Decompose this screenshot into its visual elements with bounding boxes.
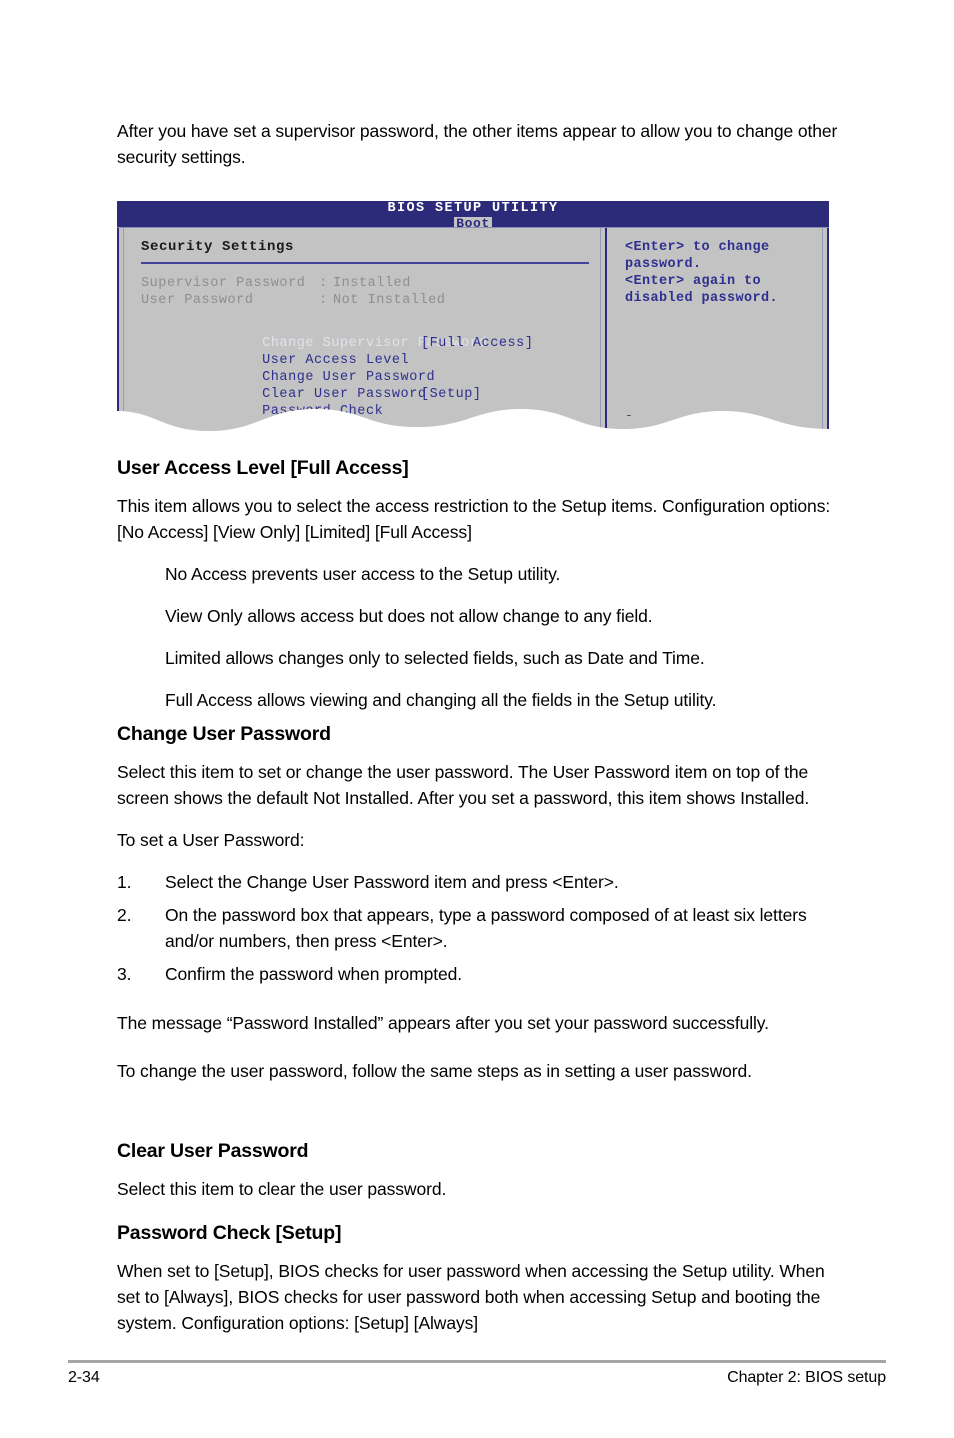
list-item: 3. Confirm the password when prompted.	[117, 961, 844, 987]
intro-paragraph: After you have set a supervisor password…	[117, 121, 838, 167]
menu-value: [Full Access]	[421, 336, 534, 351]
document-page: After you have set a supervisor password…	[0, 0, 954, 1438]
menu-label: Password Check	[262, 404, 384, 419]
status-label: User Password	[141, 293, 254, 308]
bios-help-pane: <Enter> to change password. <Enter> agai…	[609, 228, 829, 437]
section-user-access-level: User Access Level [Full Access] This ite…	[117, 455, 844, 713]
bios-help-text: <Enter> to change password. <Enter> agai…	[625, 240, 779, 306]
bios-help-dash: -	[625, 408, 633, 423]
bios-pane-divider	[605, 228, 607, 437]
list-number: 2.	[117, 905, 132, 925]
list-text: Confirm the password when prompted.	[165, 964, 463, 984]
section-lead-in: To set a User Password:	[117, 830, 305, 850]
list-text: Select the Change User Password item and…	[165, 872, 619, 892]
indented-note: Limited allows changes only to selected …	[165, 648, 705, 668]
list-number: 3.	[117, 964, 132, 984]
numbered-steps: 1. Select the Change User Password item …	[117, 869, 844, 987]
status-value: Not Installed	[333, 293, 446, 308]
status-row: Supervisor Password: Installed	[141, 275, 445, 292]
bios-menu-item-change-user-password[interactable]: Change User Password	[141, 352, 591, 385]
section-heading: Password Check [Setup]	[117, 1222, 342, 1244]
bios-menu-item-user-access-level[interactable]: User Access Level [Full Access]	[141, 335, 591, 368]
bios-menu-list: Change Supervisor Password User Access L…	[141, 318, 591, 419]
indented-note: No Access prevents user access to the Se…	[165, 564, 561, 584]
menu-value: [Setup]	[421, 387, 482, 402]
bios-menu-item-password-check[interactable]: Password Check [Setup]	[141, 386, 591, 419]
section-paragraph: This item allows you to select the acces…	[117, 496, 831, 542]
status-separator: :	[319, 293, 328, 308]
section-heading: Clear User Password	[117, 1140, 309, 1162]
bios-section-title: Security Settings	[141, 239, 295, 255]
indented-note: Full Access allows viewing and changing …	[165, 690, 717, 710]
intro-block: After you have set a supervisor password…	[117, 118, 844, 170]
section-paragraph: Select this item to set or change the us…	[117, 762, 810, 808]
bios-divider-hairline	[600, 228, 601, 437]
bios-setup-screenshot: BIOS SETUP UTILITY Boot Security Setting…	[117, 201, 829, 437]
section-change-user-password: Change User Password Select this item to…	[117, 721, 844, 1084]
bios-status-list: Supervisor Password: Installed User Passw…	[141, 275, 445, 309]
bios-tab-row: Boot	[117, 214, 829, 228]
bios-section-rule	[141, 262, 589, 264]
status-value: Installed	[333, 276, 411, 291]
list-text: On the password box that appears, type a…	[165, 905, 807, 951]
footer-chapter: Chapter 2: BIOS setup	[727, 1369, 886, 1386]
indented-note: View Only allows access but does not all…	[165, 606, 653, 626]
section-heading: Change User Password	[117, 723, 331, 745]
section-clear-user-password: Clear User Password Select this item to …	[117, 1138, 844, 1202]
list-item: 1. Select the Change User Password item …	[117, 869, 844, 895]
section-paragraph: When set to [Setup], BIOS checks for use…	[117, 1261, 825, 1333]
status-row: User Password: Not Installed	[141, 292, 445, 309]
section-paragraph: To change the user password, follow the …	[117, 1061, 752, 1081]
bios-menu-item-change-supervisor-password[interactable]: Change Supervisor Password	[141, 318, 591, 351]
bios-body-inner: Security Settings Supervisor Password: In…	[117, 228, 829, 437]
bios-body: Security Settings Supervisor Password: In…	[117, 228, 829, 437]
list-item: 2. On the password box that appears, typ…	[117, 902, 844, 954]
list-number: 1.	[117, 872, 132, 892]
footer-page-number: 2-34	[68, 1369, 100, 1386]
status-separator: :	[319, 276, 328, 291]
section-password-check: Password Check [Setup] When set to [Setu…	[117, 1220, 844, 1336]
bios-menu-item-clear-user-password[interactable]: Clear User Password	[141, 369, 591, 402]
bios-left-pane: Security Settings Supervisor Password: In…	[119, 228, 600, 437]
section-heading: User Access Level [Full Access]	[117, 457, 409, 479]
section-paragraph: Select this item to clear the user passw…	[117, 1179, 447, 1199]
status-label: Supervisor Password	[141, 276, 306, 291]
bios-title-bar: BIOS SETUP UTILITY Boot	[117, 201, 829, 228]
section-paragraph: The message “Password Installed” appears…	[117, 1013, 769, 1033]
footer-divider	[68, 1360, 886, 1363]
